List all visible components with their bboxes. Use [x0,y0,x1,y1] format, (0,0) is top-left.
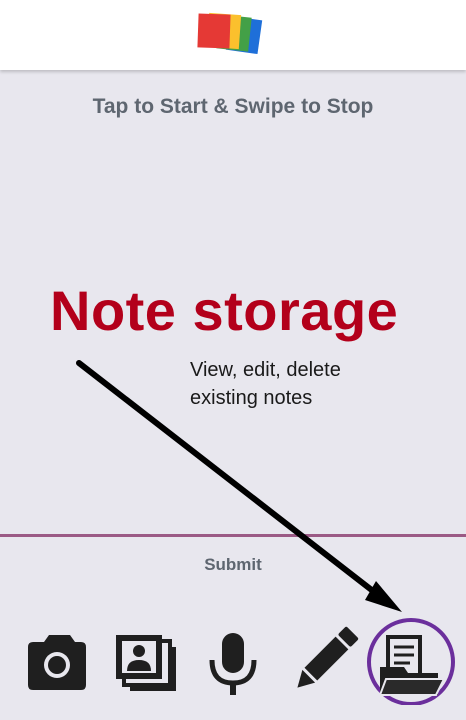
annotation-description-line1: View, edit, delete [190,359,341,381]
annotation-title: Note storage [50,279,399,342]
microphone-button[interactable] [195,615,275,705]
camera-button[interactable] [18,615,98,705]
instruction-text: Tap to Start & Swipe to Stop [92,95,374,118]
notes-storage-button[interactable] [364,615,460,705]
gallery-button[interactable] [108,615,188,705]
annotation-description: View, edit, delete existing notes [190,356,430,412]
notes-folder-icon [367,618,455,705]
annotation-description-line2: existing notes [190,387,313,409]
pencil-icon [297,626,359,688]
logo-red-square [197,13,231,49]
camera-icon [28,635,86,690]
submit-button[interactable]: Submit [0,555,466,575]
bottom-toolbar [0,615,466,715]
top-bar [0,0,466,70]
divider-line [0,534,466,537]
photo-gallery-icon [116,635,176,691]
app-logo [196,12,272,58]
arrow-head [365,581,402,612]
pencil-button[interactable] [285,615,365,705]
microphone-icon [209,633,257,695]
